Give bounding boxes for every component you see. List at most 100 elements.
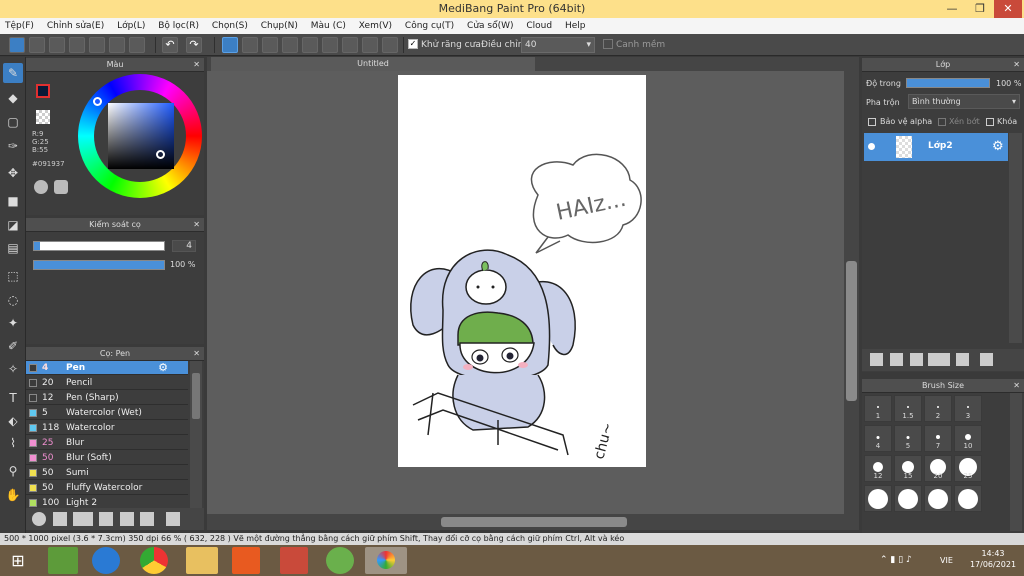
select-tool-icon[interactable]: ⬚ bbox=[3, 266, 23, 286]
hue-picker-handle[interactable] bbox=[93, 97, 102, 106]
brush-list-item[interactable]: 100 Light 2 bbox=[26, 496, 188, 508]
transparent-swatch[interactable] bbox=[36, 110, 50, 124]
undo-icon[interactable]: ↶ bbox=[162, 37, 178, 53]
layer-opacity-slider[interactable] bbox=[906, 78, 990, 88]
brush-delete-icon[interactable] bbox=[166, 512, 180, 526]
vscroll-thumb[interactable] bbox=[846, 261, 857, 401]
brush-new-icon[interactable] bbox=[53, 512, 67, 526]
brush-size-cell[interactable]: 4 bbox=[864, 425, 892, 452]
menu-cloud[interactable]: Cloud bbox=[521, 18, 557, 34]
windows-start-icon[interactable]: ⊞ bbox=[4, 547, 32, 574]
page-icon[interactable] bbox=[89, 37, 105, 53]
gradient-tool-icon[interactable]: ▤ bbox=[3, 238, 23, 258]
menu-view[interactable]: Xem(V) bbox=[354, 18, 397, 34]
merge-layer-icon[interactable] bbox=[910, 353, 923, 366]
drawing-canvas[interactable]: HAIz... chu~ bbox=[398, 75, 646, 467]
brush-size-cell[interactable]: 2 bbox=[924, 395, 952, 422]
cloud-icon[interactable] bbox=[9, 37, 25, 53]
file-explorer-icon[interactable] bbox=[186, 547, 218, 574]
snap-off-icon[interactable] bbox=[222, 37, 238, 53]
brush-size-value[interactable]: 4 bbox=[172, 240, 196, 252]
brush-size-cell[interactable]: 10 bbox=[954, 425, 982, 452]
correction-select[interactable]: 40 ▾ bbox=[521, 37, 595, 53]
brush-size-cell[interactable]: 3 bbox=[954, 395, 982, 422]
pipette-tool-icon[interactable]: ⚲ bbox=[3, 461, 23, 481]
move-tool-icon[interactable]: ✥ bbox=[3, 163, 23, 183]
brush-size-cell[interactable]: 1.5 bbox=[894, 395, 922, 422]
saturation-value-square[interactable] bbox=[108, 103, 174, 169]
redo-icon[interactable]: ↷ bbox=[186, 37, 202, 53]
close-icon[interactable]: ✕ bbox=[1013, 58, 1020, 72]
text-tool-icon[interactable]: T bbox=[3, 388, 23, 408]
close-icon[interactable]: ✕ bbox=[193, 347, 200, 361]
brush-size-cell[interactable]: 1 bbox=[864, 395, 892, 422]
brush-edit-icon[interactable] bbox=[99, 512, 113, 526]
brush-size-cell[interactable] bbox=[894, 485, 922, 512]
brush-tool-icon[interactable]: ✑ bbox=[3, 136, 23, 156]
brush-list-item[interactable]: 118 Watercolor bbox=[26, 421, 188, 435]
canvas-tab[interactable]: Untitled bbox=[211, 57, 535, 71]
lasso-tool-icon[interactable]: ◌ bbox=[3, 290, 23, 310]
brush-size-cell[interactable]: 12 bbox=[864, 455, 892, 482]
folder-icon[interactable] bbox=[956, 353, 969, 366]
app-green-icon[interactable] bbox=[326, 547, 354, 574]
menu-window[interactable]: Cửa sổ(W) bbox=[462, 18, 518, 34]
brush-list-item[interactable]: 4 Pen ⚙ bbox=[26, 361, 188, 375]
brush-size-cell[interactable]: 7 bbox=[924, 425, 952, 452]
menu-help[interactable]: Help bbox=[560, 18, 591, 34]
office-icon[interactable] bbox=[232, 547, 260, 574]
restore-icon[interactable]: ❐ bbox=[966, 0, 994, 18]
tray-icons[interactable]: ⌃ ▮ ▯ ♪ bbox=[880, 555, 912, 565]
canvas-hscrollbar[interactable] bbox=[207, 514, 859, 530]
grid-page-icon[interactable] bbox=[109, 37, 125, 53]
brush-duplicate-icon[interactable] bbox=[140, 512, 154, 526]
layer-copy-icon[interactable] bbox=[980, 353, 993, 366]
menu-file[interactable]: Tệp(F) bbox=[0, 18, 39, 34]
brush-list-item[interactable]: 25 Blur bbox=[26, 436, 188, 450]
brush-list-scrollbar[interactable] bbox=[190, 361, 202, 508]
chat-icon[interactable] bbox=[49, 37, 65, 53]
hscroll-thumb[interactable] bbox=[441, 517, 627, 527]
snap-vanish-icon[interactable] bbox=[282, 37, 298, 53]
close-icon[interactable]: ✕ bbox=[193, 58, 200, 72]
brush-opacity-slider[interactable] bbox=[33, 260, 165, 270]
magic-wand-icon[interactable]: ✦ bbox=[3, 313, 23, 333]
menu-layer[interactable]: Lớp(L) bbox=[112, 18, 150, 34]
hand-tool-icon[interactable]: ✋ bbox=[3, 485, 23, 505]
select-eraser-icon[interactable]: ✧ bbox=[3, 359, 23, 379]
gear-icon[interactable]: ⚙ bbox=[158, 361, 168, 375]
eraser-tool-icon[interactable]: ◆ bbox=[3, 88, 23, 108]
brush-cloud-icon[interactable] bbox=[32, 512, 46, 526]
fg-color-swatch[interactable] bbox=[36, 84, 50, 98]
pages-icon[interactable] bbox=[129, 37, 145, 53]
snap-radial-icon[interactable] bbox=[302, 37, 318, 53]
app-bluestacks-icon[interactable] bbox=[48, 547, 78, 574]
add-layer-menu-icon[interactable] bbox=[928, 353, 950, 366]
menu-snap[interactable]: Chụp(N) bbox=[256, 18, 303, 34]
brush-size-slider[interactable] bbox=[33, 241, 165, 251]
brush-size-cell[interactable] bbox=[864, 485, 892, 512]
brush-size-cell[interactable] bbox=[924, 485, 952, 512]
medibang-taskbar-icon[interactable] bbox=[365, 547, 407, 574]
canvas-vscrollbar[interactable] bbox=[844, 71, 859, 514]
brush-list-item[interactable]: 5 Watercolor (Wet) bbox=[26, 406, 188, 420]
brush-list-item[interactable]: 50 Blur (Soft) bbox=[26, 451, 188, 465]
upload-icon[interactable] bbox=[29, 37, 45, 53]
snap-grid-icon[interactable] bbox=[262, 37, 278, 53]
close-icon[interactable]: ✕ bbox=[994, 0, 1022, 18]
brush-size-cell[interactable]: 20 bbox=[924, 455, 952, 482]
fill-tool-icon[interactable]: ◪ bbox=[3, 215, 23, 235]
duplicate-layer-icon[interactable] bbox=[890, 353, 903, 366]
comment-icon[interactable] bbox=[69, 37, 85, 53]
brush-list-item[interactable]: 20 Pencil bbox=[26, 376, 188, 390]
menu-filter[interactable]: Bộ lọc(R) bbox=[153, 18, 204, 34]
close-icon[interactable]: ✕ bbox=[1013, 379, 1020, 393]
ie-browser-icon[interactable] bbox=[92, 547, 120, 574]
minimize-icon[interactable]: — bbox=[938, 0, 966, 18]
antialias-checkbox[interactable]: ✓ bbox=[408, 39, 418, 49]
dropper-tool-icon[interactable]: ⌇ bbox=[3, 433, 23, 453]
palette-icon[interactable] bbox=[34, 180, 48, 194]
chrome-icon[interactable] bbox=[140, 547, 168, 574]
clipping-checkbox[interactable] bbox=[938, 118, 946, 126]
brush-list-item[interactable]: 50 Sumi bbox=[26, 466, 188, 480]
